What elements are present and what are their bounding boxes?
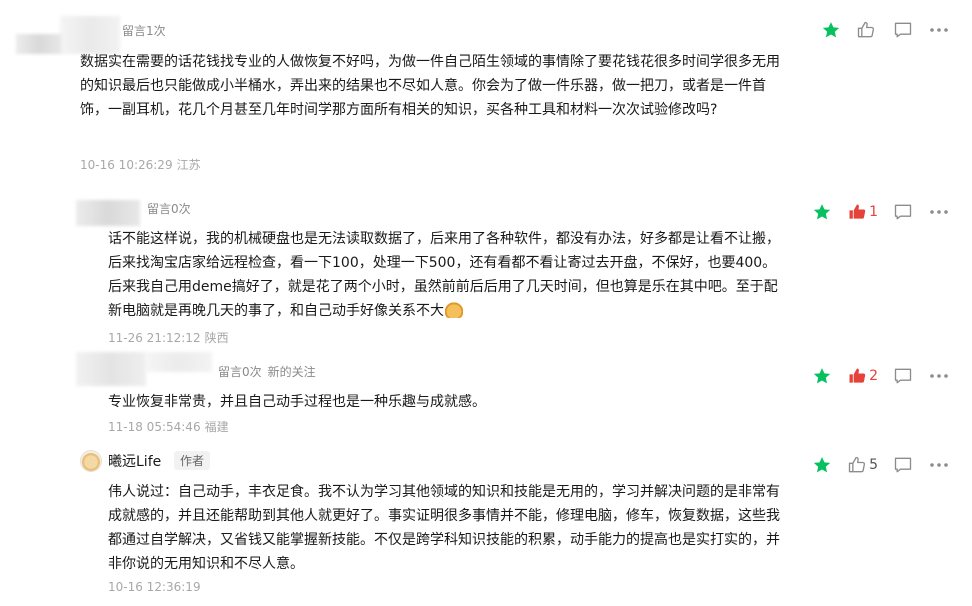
thumbs-up-icon [848, 456, 866, 473]
more-icon [930, 463, 948, 467]
comment-text: 数据实在需要的话花钱找专业的人做恢复不好吗，为做一件自己陌生领域的事情除了要花钱… [80, 54, 780, 118]
comment-actions: 2 [811, 365, 950, 387]
like-button[interactable]: 2 [847, 365, 878, 387]
star-icon [813, 457, 831, 473]
reply-button[interactable] [892, 454, 914, 476]
like-button[interactable]: 1 [847, 201, 878, 223]
blurred-username [76, 200, 140, 226]
comment-meta: 留言0次 新的关注 [218, 365, 316, 379]
star-button[interactable] [820, 19, 842, 41]
comment-text: 专业恢复非常贵，并且自己动手过程也是一种乐趣与成就感。 [108, 394, 486, 410]
like-count: 1 [869, 204, 878, 220]
reply-button[interactable] [892, 201, 914, 223]
thumbs-up-icon [849, 368, 866, 383]
comment-timestamp: 10-16 12:36:19 [108, 580, 201, 594]
comment-actions: 5 [811, 454, 950, 476]
blurred-username [16, 34, 62, 54]
avatar[interactable] [80, 450, 102, 472]
comment-meta: 留言1次 [122, 24, 166, 38]
more-button[interactable] [928, 365, 950, 387]
thumbs-up-icon [849, 204, 866, 219]
reply-button[interactable] [892, 365, 914, 387]
star-icon [813, 204, 831, 220]
comment-meta: 留言0次 [147, 202, 191, 216]
more-icon [930, 374, 948, 378]
star-button[interactable] [811, 365, 833, 387]
author-badge: 作者 [174, 451, 211, 470]
like-button[interactable] [856, 19, 878, 41]
like-count: 5 [869, 457, 878, 473]
more-button[interactable] [928, 19, 950, 41]
blurred-username [146, 352, 212, 372]
reply-icon [894, 204, 912, 220]
star-button[interactable] [811, 454, 833, 476]
blurred-username [76, 352, 146, 386]
comment-timestamp: 10-16 10:26:29 江苏 [80, 158, 201, 172]
star-icon [822, 22, 840, 38]
comment-actions: 1 [811, 201, 950, 223]
more-button[interactable] [928, 454, 950, 476]
reply-icon [894, 368, 912, 384]
star-icon [813, 368, 831, 384]
blurred-username [60, 16, 120, 54]
comment-timestamp: 11-26 21:12:12 陕西 [108, 331, 229, 345]
comment-timestamp: 11-18 05:54:46 福建 [108, 420, 229, 434]
emoji-icon [445, 302, 463, 318]
reply-icon [894, 457, 912, 473]
comment-text: 话不能这样说，我的机械硬盘也是无法读取数据了，后来用了各种软件，都没有办法，好多… [108, 231, 780, 319]
like-count: 2 [869, 368, 878, 384]
more-button[interactable] [928, 201, 950, 223]
comment-text: 伟人说过：自己动手，丰衣足食。我不认为学习其他领域的知识和技能是无用的，学习并解… [108, 484, 780, 572]
star-button[interactable] [811, 201, 833, 223]
author-name[interactable]: 曦远Life [108, 451, 161, 471]
reply-icon [894, 22, 912, 38]
comment-actions [820, 19, 950, 41]
thumbs-up-icon [857, 21, 875, 38]
more-icon [930, 210, 948, 214]
more-icon [930, 28, 948, 32]
like-button[interactable]: 5 [847, 454, 878, 476]
reply-button[interactable] [892, 19, 914, 41]
